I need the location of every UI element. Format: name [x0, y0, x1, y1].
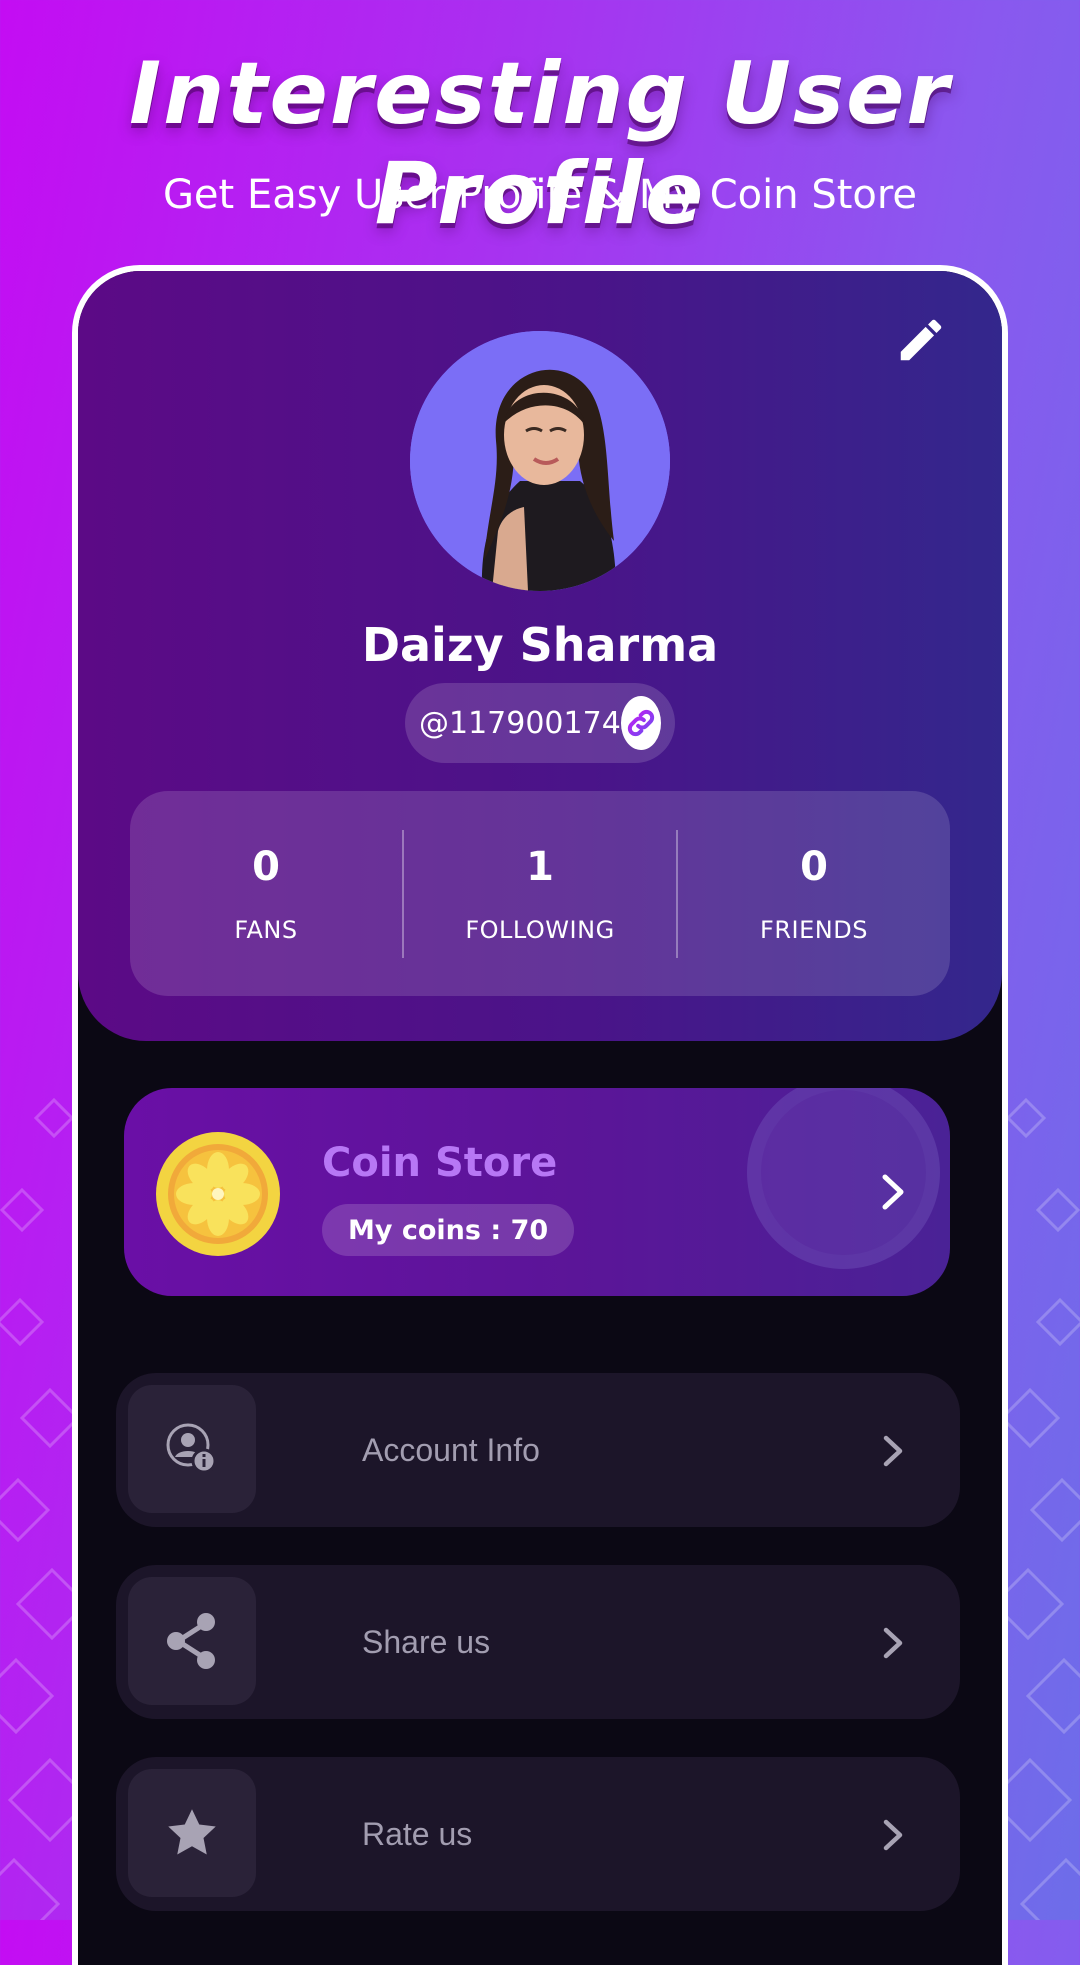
stat-label: FANS: [234, 915, 298, 944]
menu-label: Account Info: [362, 1431, 540, 1468]
chevron-right-icon: [883, 1819, 903, 1851]
user-handle: @117900174: [419, 705, 621, 741]
coin-balance: My coins : 70: [322, 1204, 575, 1256]
stat-label: FRIENDS: [760, 915, 868, 944]
menu-label: Share us: [362, 1623, 491, 1660]
stat-following[interactable]: 1 FOLLOWING: [404, 844, 676, 944]
coin-icon: [156, 1132, 280, 1256]
menu-item-rate-us[interactable]: Rate us: [116, 1757, 960, 1911]
account-info-icon: [166, 1423, 217, 1474]
star-icon: [168, 1809, 216, 1855]
menu-item-share-us[interactable]: Share us: [116, 1565, 960, 1719]
coin-store-title: Coin Store: [322, 1140, 558, 1186]
stat-fans[interactable]: 0 FANS: [130, 844, 402, 944]
chevron-right-icon: [882, 1174, 904, 1210]
banner-subtitle: Get Easy User Profile & My Coin Store: [162, 172, 918, 218]
stats-panel: 0 FANS 1 FOLLOWING 0 FRIENDS: [130, 791, 950, 996]
profile-header: Daizy Sharma @117900174 0 FANS 1 FOLLOWI…: [78, 271, 1002, 1041]
share-icon: [167, 1613, 215, 1669]
edit-profile-button[interactable]: [890, 309, 952, 371]
menu-icon-box: [128, 1769, 256, 1897]
coin-store-card[interactable]: Coin Store My coins : 70: [124, 1088, 950, 1296]
link-icon: [627, 709, 654, 737]
stat-value: 0: [800, 843, 828, 890]
stat-value: 1: [526, 843, 554, 890]
menu-item-account-info[interactable]: Account Info: [116, 1373, 960, 1527]
stat-friends[interactable]: 0 FRIENDS: [678, 844, 950, 944]
stat-label: FOLLOWING: [465, 915, 615, 944]
chevron-right-icon: [883, 1435, 903, 1467]
user-handle-pill: @117900174: [405, 683, 675, 763]
avatar[interactable]: [410, 331, 670, 591]
stat-value: 0: [252, 843, 280, 890]
chevron-right-icon: [883, 1627, 903, 1659]
avatar-photo: [410, 331, 670, 591]
menu-icon-box: [128, 1577, 256, 1705]
coin-watermark: [747, 1088, 940, 1269]
menu-icon-box: [128, 1385, 256, 1513]
pencil-icon: [900, 319, 942, 361]
copy-link-button[interactable]: [620, 696, 661, 750]
menu-label: Rate us: [362, 1815, 473, 1852]
phone-frame: Daizy Sharma @117900174 0 FANS 1 FOLLOWI…: [72, 265, 1008, 1965]
user-name: Daizy Sharma: [361, 618, 719, 672]
